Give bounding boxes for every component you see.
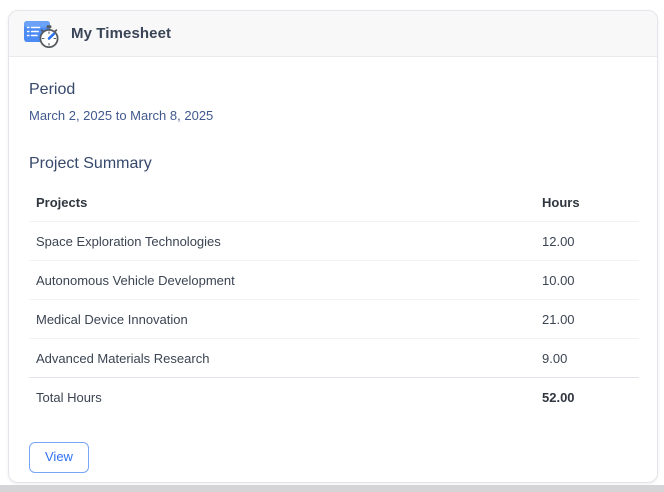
view-button[interactable]: View [29,442,89,473]
total-hours-value: 52.00 [542,390,575,405]
period-range: March 2, 2025 to March 8, 2025 [29,108,214,123]
column-header-projects: Projects [29,183,535,222]
column-header-hours: Hours [535,183,639,222]
project-summary-table: Projects Hours Space Exploration Technol… [29,183,639,416]
card-body: Period March 2, 2025 to March 8, 2025 Pr… [9,57,657,473]
period-heading: Period [29,81,76,98]
total-row: Total Hours 52.00 [29,378,639,417]
table-row: Space Exploration Technologies 12.00 [29,221,639,261]
timesheet-card: My Timesheet Period March 2, 2025 to Mar… [8,10,658,483]
hours-cell: 10.00 [535,260,639,300]
card-actions: View [29,442,639,473]
project-name-cell: Autonomous Vehicle Development [29,260,535,300]
timesheet-clock-icon [24,20,59,48]
page: { "card": { "header": { "title": "My Tim… [0,0,664,492]
bottom-strip [0,485,664,492]
hours-cell: 12.00 [535,221,639,261]
table-header-row: Projects Hours [29,183,639,222]
project-name-cell: Advanced Materials Research [29,338,535,378]
hours-cell: 9.00 [535,338,639,378]
table-row: Medical Device Innovation 21.00 [29,299,639,339]
table-row: Advanced Materials Research 9.00 [29,338,639,378]
card-header: My Timesheet [9,11,657,57]
project-rows: Space Exploration Technologies 12.00 Aut… [29,221,639,378]
table-row: Autonomous Vehicle Development 10.00 [29,260,639,300]
project-summary-heading: Project Summary [29,155,152,172]
project-name-cell: Medical Device Innovation [29,299,535,339]
total-label: Total Hours [36,390,102,405]
card-title: My Timesheet [71,25,172,42]
hours-cell: 21.00 [535,299,639,339]
project-name-cell: Space Exploration Technologies [29,221,535,261]
